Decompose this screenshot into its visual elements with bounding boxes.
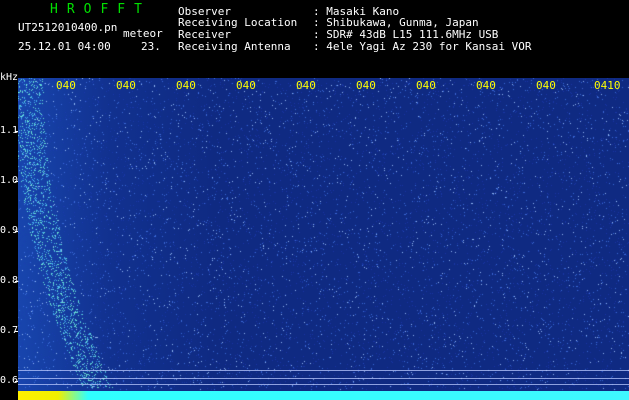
meteor-count: 23. (141, 40, 161, 53)
location-value: : Shibukawa, Gunma, Japan (313, 16, 479, 29)
time-label: 040 (116, 79, 136, 92)
receiver-label: Receiver (178, 28, 231, 41)
carrier-strip (18, 391, 629, 400)
app-title: HROFFT (50, 2, 151, 17)
reference-line (18, 384, 629, 385)
reference-line (18, 378, 629, 379)
reference-line (18, 370, 629, 371)
time-label: 040 (56, 79, 76, 92)
antenna-value: : 4ele Yagi Az 230 for Kansai VOR (313, 40, 532, 53)
antenna-label: Receiving Antenna (178, 40, 291, 53)
time-label: 0410 (594, 79, 621, 92)
meteor-label: meteor (123, 27, 163, 40)
time-label: 040 (296, 79, 316, 92)
datetime: 25.12.01 04:00 (18, 40, 111, 53)
time-label: 040 (416, 79, 436, 92)
spectrogram-noise (18, 78, 629, 400)
file-name: UT2512010400.pn (18, 21, 118, 34)
frequency-unit-label: kHz (0, 72, 19, 83)
hrofft-window: HROFFT UT2512010400.pn meteor 25.12.01 0… (0, 0, 629, 400)
time-label: 040 (356, 79, 376, 92)
time-label: 040 (536, 79, 556, 92)
time-label: 040 (476, 79, 496, 92)
location-label: Receiving Location (178, 16, 298, 29)
time-label: 040 (176, 79, 196, 92)
spectrogram-display[interactable] (18, 78, 629, 400)
receiver-value: : SDR# 43dB L15 111.6MHz USB (313, 28, 499, 41)
time-label: 040 (236, 79, 256, 92)
